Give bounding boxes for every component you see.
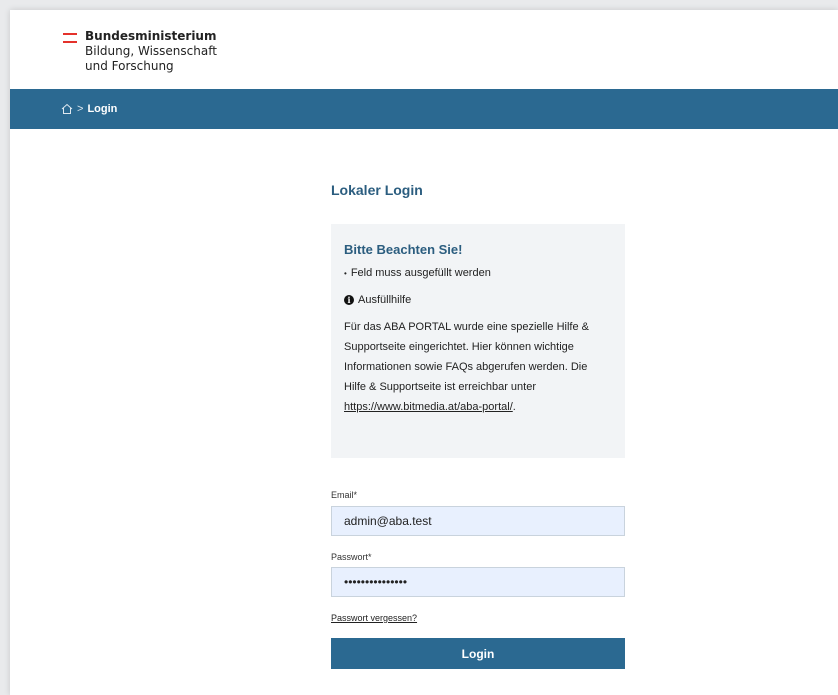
help-body: Für das ABA PORTAL wurde eine spezielle …: [344, 321, 589, 393]
breadcrumb-current: Login: [87, 103, 118, 115]
email-field[interactable]: admin@aba.test: [331, 506, 625, 536]
email-label: Email*: [331, 490, 358, 500]
notice-box: Bitte Beachten Sie! • Feld muss ausgefül…: [331, 224, 625, 458]
password-label: Passwort*: [331, 552, 372, 562]
austria-flag-icon: [63, 33, 77, 45]
support-link[interactable]: https://www.bitmedia.at/aba-portal/: [344, 401, 513, 413]
password-field[interactable]: •••••••••••••••: [331, 567, 625, 597]
ministry-name-line3: und Forschung: [85, 59, 174, 73]
login-button[interactable]: Login: [331, 638, 625, 669]
breadcrumb: > Login: [10, 89, 838, 129]
required-hint-text: Feld muss ausgefüllt werden: [350, 267, 491, 279]
page-title: Lokaler Login: [331, 182, 423, 198]
ministry-name-line2: Bildung, Wissenschaft: [85, 44, 217, 58]
info-circle-icon: i: [344, 295, 354, 305]
page: Bundesministerium Bildung, Wissenschaft …: [10, 10, 838, 695]
home-icon[interactable]: [61, 103, 73, 115]
ministry-name-line1: Bundesministerium: [85, 29, 217, 43]
notice-title: Bitte Beachten Sie!: [344, 242, 463, 257]
help-text: Für das ABA PORTAL wurde eine spezielle …: [344, 317, 612, 417]
breadcrumb-separator: >: [77, 103, 84, 115]
help-body-end: .: [512, 401, 516, 413]
asterisk-icon: •: [344, 268, 347, 278]
required-hint: • Feld muss ausgefüllt werden: [344, 267, 612, 279]
help-heading: i Ausfüllhilfe: [344, 294, 612, 306]
forgot-password-link[interactable]: Passwort vergessen?: [331, 613, 417, 623]
help-label: Ausfüllhilfe: [358, 294, 412, 306]
ministry-logo[interactable]: Bundesministerium Bildung, Wissenschaft …: [63, 29, 217, 74]
